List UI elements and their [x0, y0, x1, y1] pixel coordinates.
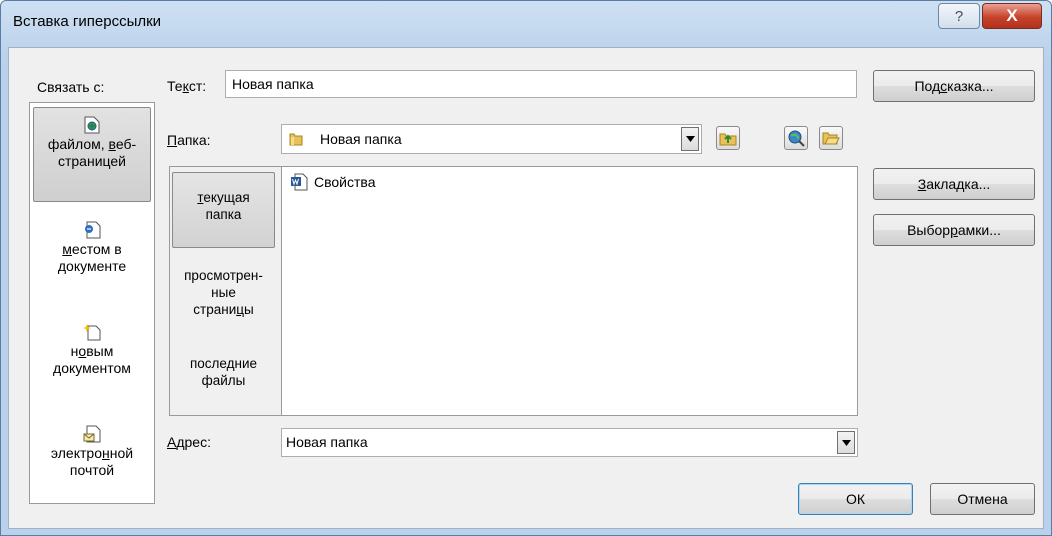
place-file-mnemonic: в — [108, 136, 116, 152]
place-doc-mnemonic: м — [62, 241, 72, 257]
address-combobox[interactable]: Новая папка — [281, 428, 858, 457]
address-value: Новая папка — [286, 434, 368, 450]
screen-tip-label-b: казка... — [947, 78, 994, 94]
tab-browsed-pages[interactable]: просмотрен- ные страницы — [172, 267, 275, 327]
bookmark-label: акладка... — [926, 176, 991, 192]
place-file-label: файлом, — [47, 136, 109, 152]
title-bar[interactable]: Вставка гиперссылки ? X — [1, 1, 1051, 45]
screen-tip-mnemonic: с — [940, 78, 948, 94]
help-button[interactable]: ? — [938, 3, 980, 29]
file-name: Свойства — [314, 174, 376, 190]
tab-browsed-label-c: страни — [193, 302, 237, 317]
browse-web-button[interactable] — [784, 126, 808, 150]
tab-recent-files[interactable]: последние файлы — [172, 355, 275, 395]
word-document-icon — [291, 173, 308, 191]
tab-current-label: екущая — [203, 190, 250, 205]
tab-browsed-label-b: ные — [211, 285, 236, 300]
tab-browsed-label: просмотрен- — [184, 268, 263, 283]
frame-mnemonic: р — [950, 222, 958, 238]
place-new-label-c: документом — [53, 360, 131, 376]
tab-recent-label: после — [189, 356, 227, 371]
email-icon — [83, 425, 101, 443]
tab-current-label-c: папка — [205, 207, 242, 222]
place-email-label-b: ной — [109, 445, 134, 461]
cancel-button[interactable]: Отмена — [930, 483, 1035, 515]
target-frame-button[interactable]: Выбор р амки... — [873, 214, 1035, 246]
up-one-folder-button[interactable] — [716, 126, 740, 150]
tab-recent-label-b: ние — [234, 356, 258, 371]
chevron-down-icon — [841, 439, 851, 446]
place-in-document[interactable]: местом в документе — [33, 221, 151, 293]
list-item[interactable]: Свойства — [290, 173, 375, 191]
new-document-icon — [83, 324, 101, 341]
open-folder-icon — [822, 132, 840, 145]
tab-current-folder[interactable]: текущая папка — [172, 172, 275, 248]
text-label: Текст: — [167, 78, 207, 94]
hyperlink-dialog: Вставка гиперссылки ? X Связать с: файло… — [0, 0, 1052, 536]
file-web-icon — [84, 116, 100, 134]
bookmark-mnemonic: З — [917, 176, 927, 192]
ok-button[interactable]: ОК — [798, 483, 913, 515]
tab-recent-mnemonic: д — [226, 356, 235, 371]
close-icon: X — [1006, 6, 1018, 25]
tab-browsed-mnemonic: ц — [236, 302, 244, 317]
place-email[interactable]: электронной почтой — [33, 425, 151, 497]
tab-recent-label-c: файлы — [201, 373, 246, 388]
chevron-down-icon — [685, 136, 695, 142]
place-email-label: электро — [50, 445, 102, 461]
place-in-document-icon — [85, 221, 101, 239]
screen-tip-label: Под — [914, 78, 941, 94]
place-email-mnemonic: н — [101, 445, 110, 461]
place-new-document[interactable]: новым документом — [33, 323, 151, 395]
folder-combobox[interactable]: Новая папка — [281, 124, 702, 154]
place-file-web-page[interactable]: файлом, веб- страницей — [33, 107, 151, 202]
link-with-bar: файлом, веб- страницей местом в документ… — [29, 102, 155, 504]
place-file-label-c: страницей — [57, 153, 126, 169]
place-file-label-b: еб- — [115, 136, 137, 152]
address-dropdown-button[interactable] — [837, 431, 855, 454]
browse-tabs: текущая папка просмотрен- ные страницы п… — [169, 166, 281, 416]
globe-search-icon — [788, 130, 805, 147]
tab-browsed-label-d: ы — [243, 302, 254, 317]
frame-label-b: амки... — [957, 222, 1001, 238]
address-label: Адрес: — [167, 434, 211, 450]
folder-label: Папка: — [167, 132, 211, 148]
place-email-label-c: почтой — [69, 462, 115, 478]
place-doc-label: естом в — [71, 241, 122, 257]
help-icon: ? — [954, 7, 964, 25]
browse-file-button[interactable] — [819, 126, 843, 150]
folder-value: Новая папка — [320, 131, 402, 147]
dialog-title: Вставка гиперссылки — [13, 13, 162, 30]
frame-label: Выбор — [907, 222, 951, 238]
folder-up-icon — [719, 133, 737, 146]
file-list[interactable]: Свойства — [281, 166, 858, 416]
folder-dropdown-button[interactable] — [681, 127, 699, 151]
close-button[interactable]: X — [982, 3, 1042, 29]
place-doc-label-c: документе — [57, 258, 127, 274]
folder-icon — [289, 133, 303, 146]
link-with-label: Связать с: — [37, 79, 105, 95]
text-to-display-input[interactable]: Новая папка — [225, 70, 857, 98]
bookmark-button[interactable]: Закладка... — [873, 168, 1035, 200]
place-new-label-b: вым — [86, 343, 114, 359]
screen-tip-button[interactable]: Под с казка... — [873, 70, 1035, 102]
